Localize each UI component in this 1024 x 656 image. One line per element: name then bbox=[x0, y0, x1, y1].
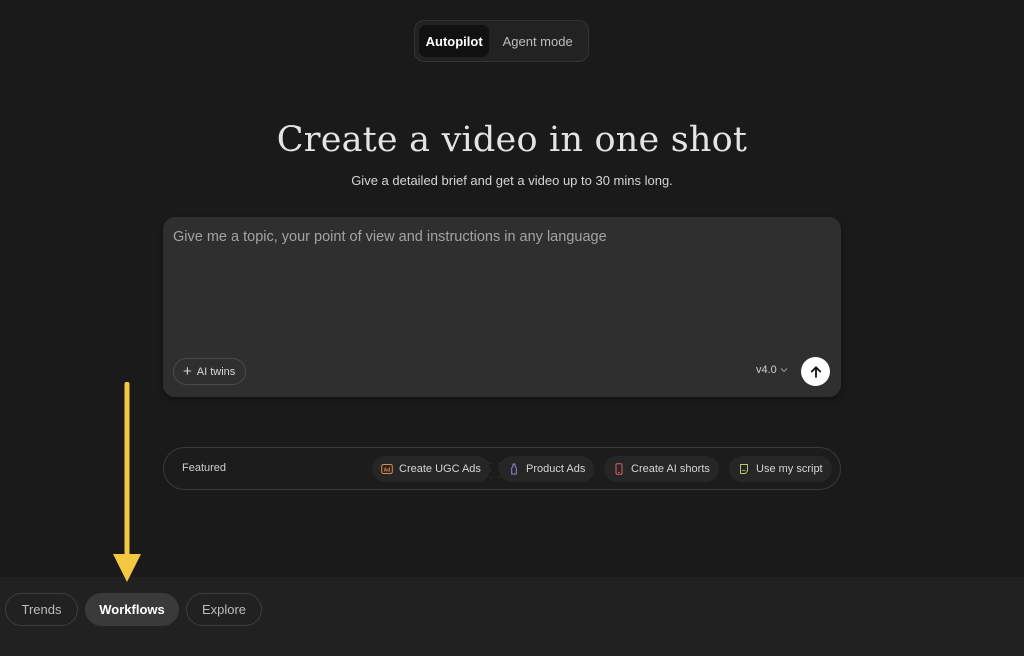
svg-text:Ad: Ad bbox=[384, 467, 391, 473]
chip-label: Product Ads bbox=[526, 463, 586, 475]
prompt-input[interactable] bbox=[173, 229, 823, 349]
send-button[interactable] bbox=[801, 357, 830, 386]
create-ai-shorts-chip[interactable]: Create AI shorts bbox=[604, 456, 719, 482]
featured-label: Featured bbox=[182, 462, 227, 474]
use-my-script-chip[interactable]: Use my script bbox=[729, 456, 832, 482]
version-label: v4.0 bbox=[756, 364, 777, 376]
featured-bar: Featured Ad Create UGC Ads Product Ads C… bbox=[163, 447, 841, 490]
ai-twins-label: AI twins bbox=[196, 365, 236, 378]
page-subtitle: Give a detailed brief and get a video up… bbox=[351, 173, 673, 188]
chip-label: Use my script bbox=[756, 463, 823, 475]
autopilot-mode-button[interactable]: Autopilot bbox=[419, 25, 490, 57]
ai-twins-button[interactable]: + AI twins bbox=[173, 358, 247, 385]
phone-icon bbox=[615, 463, 623, 475]
annotation-arrow-icon bbox=[113, 382, 141, 582]
plus-icon: + bbox=[183, 363, 192, 380]
version-select[interactable]: v4.0 bbox=[756, 364, 788, 376]
tab-workflows[interactable]: Workflows bbox=[85, 593, 179, 626]
chip-label: Create UGC Ads bbox=[399, 463, 481, 475]
script-icon bbox=[740, 464, 748, 474]
bottom-tab-bar: Trends Workflows Explore bbox=[0, 577, 1024, 656]
tab-explore[interactable]: Explore bbox=[186, 593, 262, 626]
product-ads-chip[interactable]: Product Ads bbox=[499, 456, 595, 482]
bottle-icon bbox=[511, 463, 517, 475]
page-title: Create a video in one shot bbox=[276, 120, 748, 160]
prompt-box: + AI twins v4.0 bbox=[163, 217, 841, 397]
arrow-up-icon bbox=[810, 365, 821, 378]
agent-mode-button[interactable]: Agent mode bbox=[491, 25, 584, 57]
create-ugc-ads-chip[interactable]: Ad Create UGC Ads bbox=[372, 456, 490, 482]
page: Autopilot Agent mode Create a video in o… bbox=[0, 0, 1024, 656]
tab-trends[interactable]: Trends bbox=[5, 593, 78, 626]
chevron-down-icon bbox=[780, 366, 788, 375]
mode-toggle: Autopilot Agent mode bbox=[414, 20, 589, 62]
ad-icon: Ad bbox=[381, 464, 393, 474]
chip-label: Create AI shorts bbox=[631, 463, 710, 475]
